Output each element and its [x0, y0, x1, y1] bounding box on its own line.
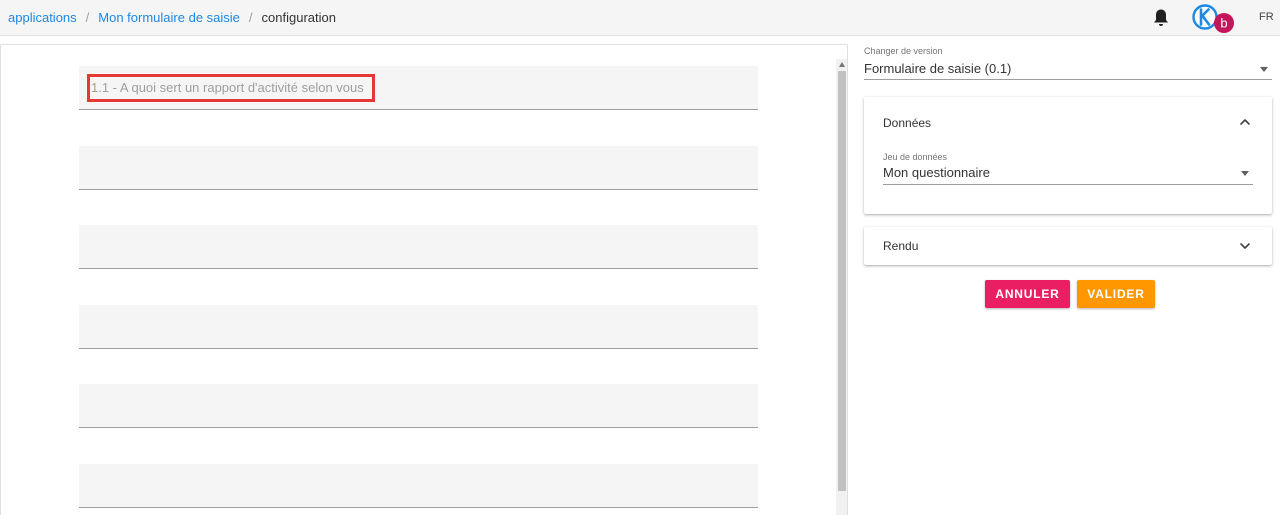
- dataset-select[interactable]: Mon questionnaire: [883, 163, 1253, 185]
- breadcrumb-current: configuration: [261, 10, 336, 25]
- avatar-badge-letter: b: [1220, 16, 1227, 31]
- user-avatar[interactable]: b: [1191, 3, 1237, 35]
- form-preview-area: 1.1 - A quoi sert un rapport d'activité …: [0, 44, 848, 515]
- form-field-label: 1.1 - A quoi sert un rapport d'activité …: [91, 80, 364, 95]
- scroll-up-arrow-icon[interactable]: [839, 62, 845, 67]
- render-panel-header[interactable]: Rendu: [864, 227, 1272, 265]
- language-selector[interactable]: FR: [1259, 11, 1274, 23]
- breadcrumb-form[interactable]: Mon formulaire de saisie: [98, 10, 240, 25]
- dataset-label: Jeu de données: [883, 152, 948, 162]
- breadcrumb-separator: /: [248, 10, 253, 25]
- caret-down-icon: [1241, 171, 1249, 176]
- form-field-1[interactable]: 1.1 - A quoi sert un rapport d'activité …: [79, 66, 758, 110]
- cancel-button[interactable]: ANNULER: [985, 280, 1070, 308]
- version-value: Formulaire de saisie (0.1): [864, 61, 1012, 76]
- breadcrumb: applications / Mon formulaire de saisie …: [8, 10, 336, 25]
- render-panel-title: Rendu: [883, 239, 919, 253]
- render-panel: Rendu: [864, 227, 1272, 265]
- data-panel-header[interactable]: Données: [864, 97, 1272, 147]
- validate-button[interactable]: VALIDER: [1077, 280, 1155, 308]
- form-field-5[interactable]: [79, 384, 758, 428]
- caret-down-icon: [1260, 67, 1268, 72]
- scroll-thumb[interactable]: [838, 71, 846, 491]
- dataset-value: Mon questionnaire: [883, 165, 990, 180]
- scrollbar[interactable]: [836, 59, 847, 515]
- breadcrumb-separator: /: [85, 10, 90, 25]
- top-bar: applications / Mon formulaire de saisie …: [0, 0, 1280, 36]
- version-label: Changer de version: [864, 46, 943, 56]
- version-select[interactable]: Formulaire de saisie (0.1): [864, 58, 1272, 80]
- data-panel: Données Jeu de données Mon questionnaire: [864, 97, 1272, 214]
- breadcrumb-applications[interactable]: applications: [8, 10, 77, 25]
- data-panel-title: Données: [883, 116, 932, 130]
- bell-icon[interactable]: [1152, 8, 1170, 28]
- form-field-3[interactable]: [79, 225, 758, 269]
- chevron-up-icon[interactable]: [1238, 115, 1252, 129]
- form-field-2[interactable]: [79, 146, 758, 190]
- chevron-down-icon[interactable]: [1238, 239, 1252, 253]
- form-field-6[interactable]: [79, 464, 758, 508]
- form-field-4[interactable]: [79, 305, 758, 349]
